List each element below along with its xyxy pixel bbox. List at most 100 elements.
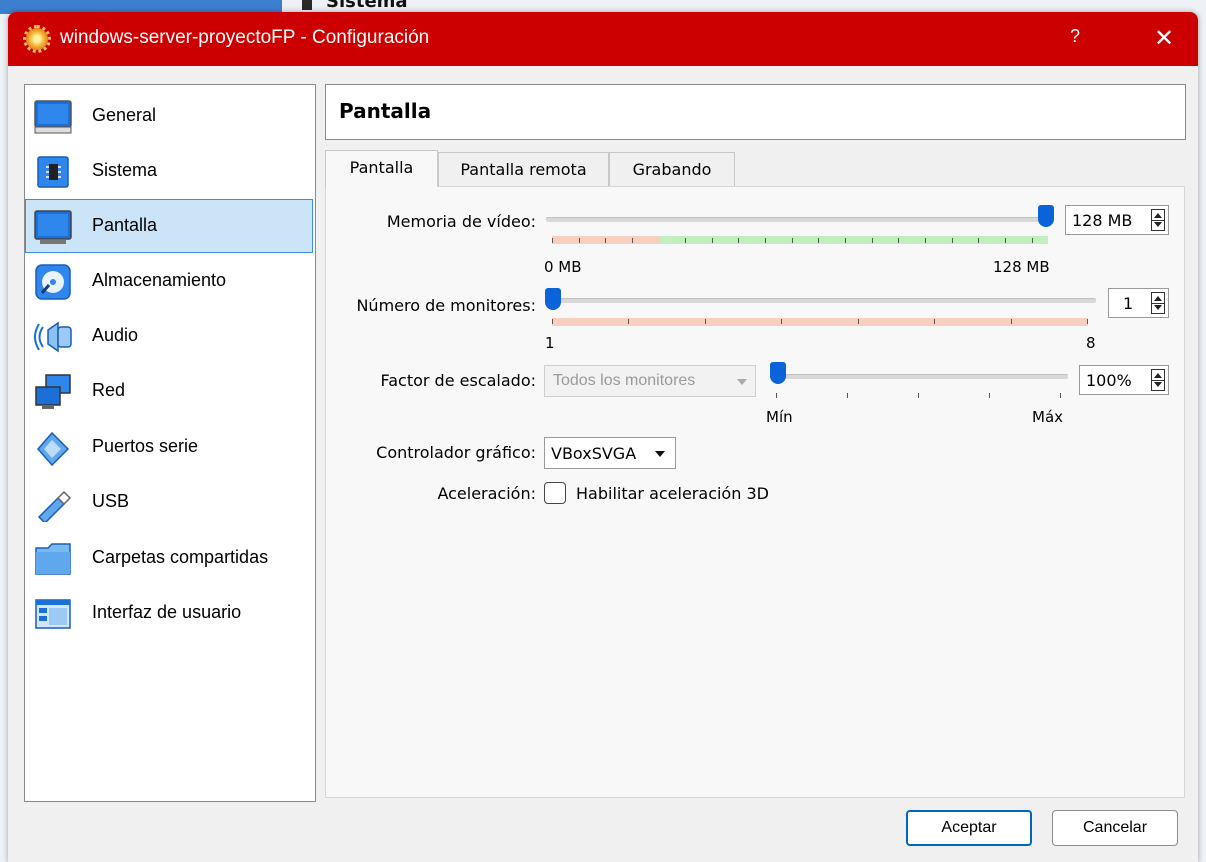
system-chip-icon <box>37 156 69 188</box>
tick <box>1087 319 1088 324</box>
enable-3d-acceleration-label[interactable]: Habilitar aceleración 3D <box>576 484 769 503</box>
tick <box>818 238 819 243</box>
help-button[interactable]: ? <box>1060 26 1090 52</box>
speaker-icon <box>34 321 72 353</box>
sidebar-item-pantalla[interactable]: Pantalla <box>25 199 313 253</box>
video-memory-ok-zone <box>659 236 1048 244</box>
tick <box>918 393 919 398</box>
tick <box>579 238 580 243</box>
monitors-track[interactable] <box>546 298 1096 303</box>
monitors-zone <box>552 318 1088 326</box>
network-icon <box>35 374 71 409</box>
video-memory-max-label: 128 MB <box>993 258 1050 276</box>
scaling-spinbox[interactable]: 100% <box>1079 365 1169 395</box>
spinbox-arrows-icon[interactable] <box>1151 209 1165 231</box>
tick <box>952 238 953 243</box>
close-button[interactable]: ✕ <box>1146 24 1182 54</box>
sidebar-item-label: Sistema <box>92 160 158 180</box>
sidebar-item-puertos-serie[interactable]: Puertos serie <box>26 421 312 475</box>
tick <box>685 238 686 243</box>
tick <box>712 238 713 243</box>
sidebar-item-carpetas-compartidas[interactable]: Carpetas compartidas <box>26 532 312 586</box>
tick <box>792 238 793 243</box>
sidebar-item-almacenamiento[interactable]: Almacenamiento <box>26 255 312 309</box>
scaling-track[interactable] <box>770 374 1068 379</box>
sidebar-item-label: Almacenamiento <box>92 270 227 290</box>
settings-sidebar: General Sistema Pantalla Almacenamiento … <box>24 84 316 802</box>
tick <box>632 238 633 243</box>
tick <box>872 238 873 243</box>
video-memory-spinbox[interactable]: 128 MB <box>1065 205 1169 235</box>
scaling-slider-thumb[interactable] <box>770 362 786 384</box>
chevron-down-icon <box>655 451 665 457</box>
tick <box>858 319 859 324</box>
general-monitor-icon <box>34 100 72 134</box>
user-interface-icon <box>35 599 71 629</box>
tick <box>978 238 979 243</box>
sidebar-item-label: Audio <box>92 325 139 345</box>
monitors-max-label: 8 <box>1086 334 1096 352</box>
scaling-min-label: Mín <box>766 408 793 426</box>
window-title: windows-server-proyectoFP - Configuració… <box>60 27 430 48</box>
tick <box>776 393 777 398</box>
tab-grabando[interactable]: Grabando <box>609 152 735 186</box>
monitors-spinbox[interactable]: 1 <box>1108 288 1169 318</box>
tick <box>1032 238 1033 243</box>
video-memory-value: 128 MB <box>1072 211 1133 230</box>
sidebar-item-label: Red <box>92 380 126 400</box>
serial-port-icon <box>37 431 70 467</box>
monitors-slider-thumb[interactable] <box>545 288 561 310</box>
monitors-value: 1 <box>1123 294 1134 313</box>
sidebar-item-usb[interactable]: USB <box>26 476 312 530</box>
tick <box>765 238 766 243</box>
page-header: Pantalla <box>325 84 1186 140</box>
sidebar-item-label: Interfaz de usuario <box>92 602 242 622</box>
sidebar-item-label: USB <box>92 491 130 511</box>
sidebar-item-label: Pantalla <box>92 215 158 235</box>
sidebar-item-audio[interactable]: Audio <box>26 310 312 364</box>
page-title: Pantalla <box>339 99 432 123</box>
tick <box>1011 319 1012 324</box>
tick <box>898 238 899 243</box>
sidebar-item-interfaz-de-usuario[interactable]: Interfaz de usuario <box>26 587 312 641</box>
monitors-label: Número de monitores: <box>356 296 536 315</box>
tick <box>1005 238 1006 243</box>
graphics-controller-label: Controlador gráfico: <box>376 443 536 462</box>
scaling-value: 100% <box>1086 371 1132 390</box>
video-memory-slider-thumb[interactable] <box>1038 205 1054 227</box>
scaling-max-label: Máx <box>1032 408 1064 426</box>
tick <box>845 238 846 243</box>
background-system-icon <box>302 0 312 10</box>
tick <box>781 319 782 324</box>
tick <box>552 319 553 324</box>
scaling-combo-value: Todos los monitores <box>553 372 696 389</box>
sidebar-item-sistema[interactable]: Sistema <box>26 145 312 199</box>
graphics-controller-select[interactable]: VBoxSVGA <box>544 437 676 469</box>
tick <box>738 238 739 243</box>
scaling-label: Factor de escalado: <box>380 371 536 390</box>
tab-pantalla[interactable]: Pantalla <box>325 150 438 187</box>
tick <box>605 238 606 243</box>
enable-3d-acceleration-checkbox[interactable] <box>544 482 566 504</box>
cancel-button[interactable]: Cancelar <box>1052 810 1178 846</box>
acceleration-label: Aceleración: <box>437 484 536 503</box>
sidebar-item-label: Carpetas compartidas <box>92 547 269 567</box>
sidebar-item-label: General <box>92 105 157 125</box>
sidebar-item-general[interactable]: General <box>26 90 312 144</box>
scaling-monitor-combo: Todos los monitores <box>544 365 756 397</box>
usb-icon <box>37 490 72 522</box>
spinbox-arrows-icon[interactable] <box>1151 292 1165 314</box>
video-memory-label: Memoria de vídeo: <box>386 212 536 231</box>
display-monitor-icon <box>34 210 72 244</box>
video-memory-track[interactable] <box>546 217 1054 222</box>
chevron-down-icon <box>737 379 747 385</box>
virtualbox-settings-icon <box>23 25 51 53</box>
sidebar-item-red[interactable]: Red <box>26 365 312 419</box>
spinbox-arrows-icon[interactable] <box>1151 369 1165 391</box>
video-memory-min-label: 0 MB <box>544 258 582 276</box>
tab-pantalla-remota[interactable]: Pantalla remota <box>438 152 609 186</box>
ok-button[interactable]: Aceptar <box>906 810 1032 846</box>
title-bar: windows-server-proyectoFP - Configuració… <box>8 12 1198 66</box>
tick <box>1060 393 1061 398</box>
graphics-controller-value: VBoxSVGA <box>551 444 637 463</box>
